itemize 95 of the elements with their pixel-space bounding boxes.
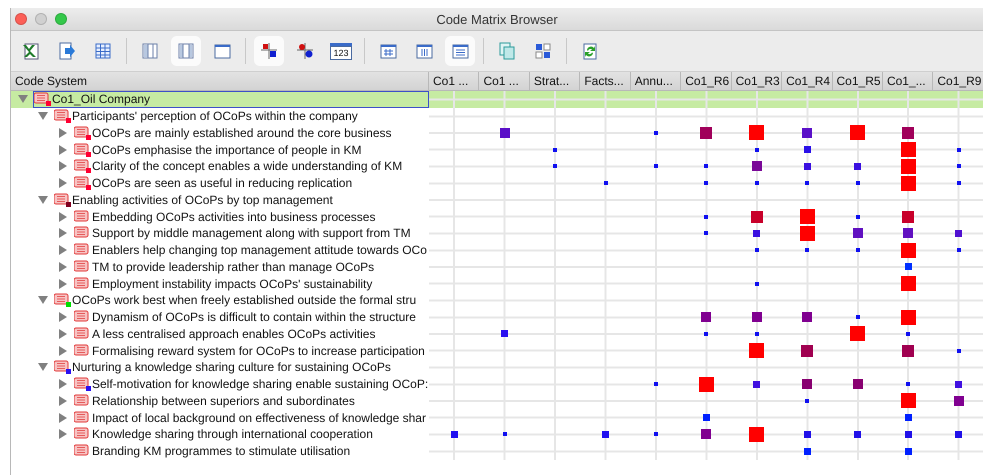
code-tag-icon <box>74 176 89 188</box>
code-tag-icon <box>34 92 49 104</box>
column-header[interactable]: Co1_R5 <box>832 72 883 90</box>
code-tag-icon <box>54 360 69 372</box>
toolbar-button[interactable]: 123 <box>326 36 356 66</box>
code-tag-icon <box>74 326 89 339</box>
expand-arrow-icon[interactable] <box>59 262 67 272</box>
column-header[interactable]: Co1_R9 <box>933 72 983 90</box>
collapse-arrow-icon[interactable] <box>18 95 28 104</box>
code-tag-icon <box>74 260 89 272</box>
expand-arrow-icon[interactable] <box>59 312 67 322</box>
code-label[interactable]: Impact of local background on effectiveness of knowledge shar <box>92 410 426 425</box>
column-header[interactable]: Co1_... <box>882 72 934 90</box>
window-title: Code Matrix Browser <box>436 12 558 26</box>
code-tag-icon <box>74 394 89 406</box>
spreadsheet-icon <box>21 41 41 61</box>
expand-arrow-icon[interactable] <box>59 128 67 138</box>
code-tag-icon <box>74 310 89 322</box>
columns-icon <box>140 41 160 61</box>
code-label[interactable]: Relationship between superiors and subordinates <box>92 394 355 408</box>
numbers-label: 123 <box>330 46 352 60</box>
code-label[interactable]: Branding KM programmes to stimulate utilisation <box>92 444 350 458</box>
column-header[interactable]: Strat... <box>530 72 580 90</box>
column-header[interactable]: Co1 ... <box>429 72 480 90</box>
code-tag-icon <box>74 159 89 172</box>
code-tag-icon <box>74 142 89 155</box>
code-label[interactable]: A less centralised approach enables OCoPs activities <box>92 326 376 341</box>
code-tag-icon <box>74 126 89 138</box>
code-tag-icon <box>74 243 89 256</box>
code-label[interactable]: Knowledge sharing through international cooperation <box>92 427 373 442</box>
expand-arrow-icon[interactable] <box>59 178 67 188</box>
expand-arrow-icon[interactable] <box>59 245 67 256</box>
column-header[interactable]: Co1 ... <box>479 72 530 90</box>
matrix-cell <box>429 91 480 108</box>
document-arrow-icon <box>57 41 77 61</box>
code-label[interactable]: Formalising reward system for OCoPs to increase participation <box>92 344 425 358</box>
circles-icon <box>295 41 315 61</box>
expand-arrow-icon[interactable] <box>59 429 67 440</box>
code-label[interactable]: Participants' perception of OCoPs within the company <box>72 109 358 124</box>
code-tag-icon <box>54 109 69 122</box>
maximize-button[interactable] <box>55 13 67 25</box>
expand-arrow-icon[interactable] <box>59 412 67 423</box>
code-tag-icon <box>74 226 89 238</box>
close-button[interactable] <box>15 13 27 25</box>
code-label[interactable]: TM to provide leadership rather than manage OCoPs <box>92 260 374 274</box>
copy-icon <box>497 41 517 61</box>
squares-icon <box>259 41 279 61</box>
code-label[interactable]: Employment instability impacts OCoPs' sustainability <box>92 276 372 291</box>
code-tag-icon <box>74 210 89 222</box>
code-label[interactable]: OCoPs are mainly established around the core business <box>92 126 392 140</box>
expand-arrow-icon[interactable] <box>59 278 67 289</box>
expand-arrow-icon[interactable] <box>59 328 67 339</box>
collapse-arrow-icon[interactable] <box>38 296 48 304</box>
column-header[interactable]: Co1_R4 <box>782 72 832 90</box>
expand-arrow-icon[interactable] <box>59 346 67 356</box>
expand-arrow-icon[interactable] <box>59 379 67 390</box>
collapse-arrow-icon[interactable] <box>38 196 48 204</box>
code-tag-icon <box>54 293 69 306</box>
code-tag-icon <box>74 410 89 423</box>
columns-icon <box>176 41 196 61</box>
collapse-arrow-icon[interactable] <box>38 112 48 120</box>
code-label[interactable]: Enabling activities of OCoPs by top management <box>72 192 333 207</box>
code-tag-icon <box>74 344 89 356</box>
expand-arrow-icon[interactable] <box>59 396 67 406</box>
code-label[interactable]: OCoPs work best when freely established outside the formal stru <box>72 293 416 308</box>
code-label[interactable]: Embedding OCoPs activities into business processes <box>92 210 376 224</box>
column-header[interactable]: Facts... <box>580 72 631 90</box>
code-label[interactable]: Enablers help changing top management attitude towards OCo <box>92 243 427 258</box>
matrix-cell <box>933 91 983 108</box>
code-label[interactable]: OCoPs emphasise the importance of people in KM <box>92 142 362 157</box>
code-tag-icon <box>74 427 89 440</box>
code-label[interactable]: Nurturing a knowledge sharing culture for sustaining OCoPs <box>72 360 391 374</box>
table-icon <box>93 41 113 61</box>
toolbar-button[interactable] <box>254 36 284 66</box>
column-header[interactable]: Annu... <box>630 72 682 90</box>
code-tag-icon <box>74 377 89 390</box>
code-label[interactable]: OCoPs are seen as useful in reducing replication <box>92 176 352 190</box>
code-label[interactable]: Dynamism of OCoPs is difficult to contain within the structure <box>92 310 416 324</box>
code-label[interactable]: Self-motivation for knowledge sharing enable sustaining OCoP: <box>92 377 428 392</box>
code-tag-icon <box>74 276 89 289</box>
code-label[interactable]: Support by middle management along with support from TM <box>92 226 411 240</box>
toolbar-button[interactable] <box>445 36 475 66</box>
grid-icon <box>533 41 553 61</box>
column-header[interactable]: Co1_R3 <box>732 72 782 90</box>
expand-arrow-icon[interactable] <box>59 228 67 238</box>
code-tag-icon <box>54 192 69 205</box>
code-label[interactable]: Clarity of the concept enables a wide understanding of KM <box>92 159 402 174</box>
expand-arrow-icon[interactable] <box>59 161 67 172</box>
collapse-arrow-icon[interactable] <box>38 363 48 372</box>
column-header[interactable]: Code System <box>11 72 429 90</box>
toolbar-button[interactable] <box>171 36 201 66</box>
column-header[interactable]: Co1_R6 <box>681 72 732 90</box>
code-tag-icon <box>74 444 89 456</box>
expand-arrow-icon[interactable] <box>59 212 67 222</box>
expand-arrow-icon[interactable] <box>59 144 67 155</box>
